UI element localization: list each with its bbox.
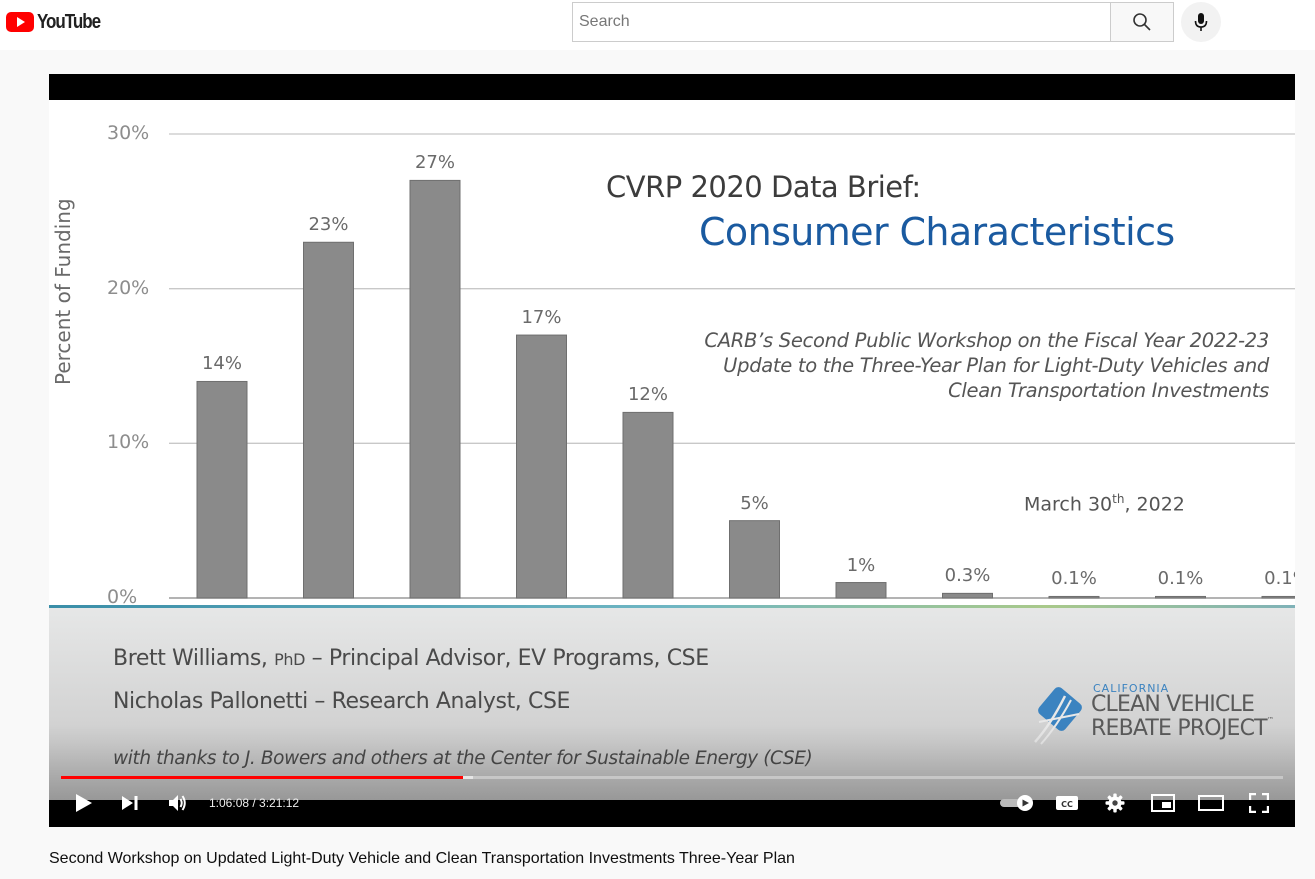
- play-button[interactable]: [69, 788, 99, 818]
- gear-icon: [1105, 793, 1125, 813]
- video-title: Second Workshop on Updated Light-Duty Ve…: [49, 850, 795, 867]
- time-display: 1:06:08 / 3:21:12: [209, 796, 300, 810]
- next-icon: [122, 796, 138, 810]
- fullscreen-button[interactable]: [1244, 788, 1274, 818]
- slide-date: March 30th, 2022: [1024, 492, 1185, 516]
- volume-button[interactable]: [163, 788, 193, 818]
- bar: [409, 179, 461, 599]
- bar: [835, 582, 887, 599]
- bar: [196, 380, 248, 599]
- bar: [622, 411, 674, 599]
- bar: [303, 241, 354, 599]
- masthead: YouTube: [0, 0, 1315, 50]
- bar-data-label: 0.1%: [1264, 568, 1295, 590]
- bar-data-label: 23%: [308, 214, 349, 236]
- bar: [1261, 595, 1295, 599]
- slide-title-line1: CVRP 2020 Data Brief:: [606, 170, 921, 204]
- y-tick-label: 20%: [107, 276, 150, 299]
- y-tick-label: 0%: [107, 586, 138, 608]
- youtube-logo[interactable]: YouTube: [6, 10, 111, 34]
- bar-data-label: 17%: [521, 307, 562, 329]
- author-line-1: Brett Williams, PhD – Principal Advisor,…: [113, 646, 709, 671]
- miniplayer-icon: [1151, 794, 1175, 812]
- bar: [729, 520, 780, 599]
- video-frame-slide: Percent of Funding 0% 10% 20% 30% 14% 23% 27%…: [49, 100, 1295, 800]
- bar: [1048, 595, 1100, 599]
- bar: [1155, 595, 1206, 599]
- search-box: [572, 2, 1111, 42]
- next-button[interactable]: [115, 788, 145, 818]
- bar-data-label: 1%: [846, 554, 876, 576]
- y-tick-label: 10%: [107, 431, 150, 454]
- search-button[interactable]: [1110, 2, 1174, 42]
- captions-icon: CC: [1056, 796, 1078, 810]
- miniplayer-button[interactable]: [1148, 788, 1178, 818]
- autoplay-toggle[interactable]: [997, 788, 1037, 818]
- bar-data-label: 5%: [740, 492, 769, 514]
- autoplay-toggle-icon: [1000, 795, 1033, 811]
- bar: [516, 334, 567, 599]
- subtitle-line: Update to the Three-Year Plan for Light-…: [723, 354, 1269, 377]
- theater-mode-button[interactable]: [1196, 788, 1226, 818]
- search-input[interactable]: [573, 3, 1111, 41]
- progress-played: [61, 776, 464, 779]
- cvrp-line1: CLEAN VEHICLE: [1091, 692, 1255, 717]
- progress-bar[interactable]: [61, 776, 1283, 779]
- slide-subtitle: CARB’s Second Public Workshop on the Fis…: [569, 328, 1269, 403]
- play-icon: [76, 794, 92, 812]
- logo-text: YouTube: [37, 10, 101, 33]
- bar-data-label: 27%: [414, 152, 455, 174]
- bar: [942, 592, 993, 599]
- bar-data-label: 0.3%: [944, 565, 991, 587]
- microphone-icon: [1194, 13, 1208, 31]
- captions-button[interactable]: CC: [1052, 788, 1082, 818]
- y-tick-label: 30%: [107, 122, 150, 144]
- bar-data-label: 0.1%: [1157, 568, 1204, 590]
- subtitle-line: Clean Transportation Investments: [948, 379, 1269, 402]
- voice-search-button[interactable]: [1181, 2, 1221, 42]
- author-line-2: Nicholas Pallonetti – Research Analyst, …: [113, 689, 571, 714]
- fullscreen-icon: [1249, 793, 1269, 813]
- theater-mode-icon: [1198, 795, 1224, 811]
- slide-divider: [49, 605, 1295, 608]
- bar-data-label: 14%: [201, 353, 242, 375]
- video-player[interactable]: Percent of Funding 0% 10% 20% 30% 14% 23% 27%…: [49, 74, 1295, 827]
- slide-title-line2: Consumer Characteristics: [699, 210, 1175, 254]
- volume-icon: [169, 795, 186, 811]
- subtitle-line: CARB’s Second Public Workshop on the Fis…: [704, 329, 1269, 352]
- bar-data-label: 0.1%: [1051, 568, 1097, 590]
- youtube-play-badge-icon: [6, 12, 34, 32]
- search-icon: [1133, 13, 1151, 31]
- y-axis-title: Percent of Funding: [51, 198, 75, 385]
- svg-text:CC: CC: [1061, 800, 1073, 809]
- settings-button[interactable]: [1100, 788, 1130, 818]
